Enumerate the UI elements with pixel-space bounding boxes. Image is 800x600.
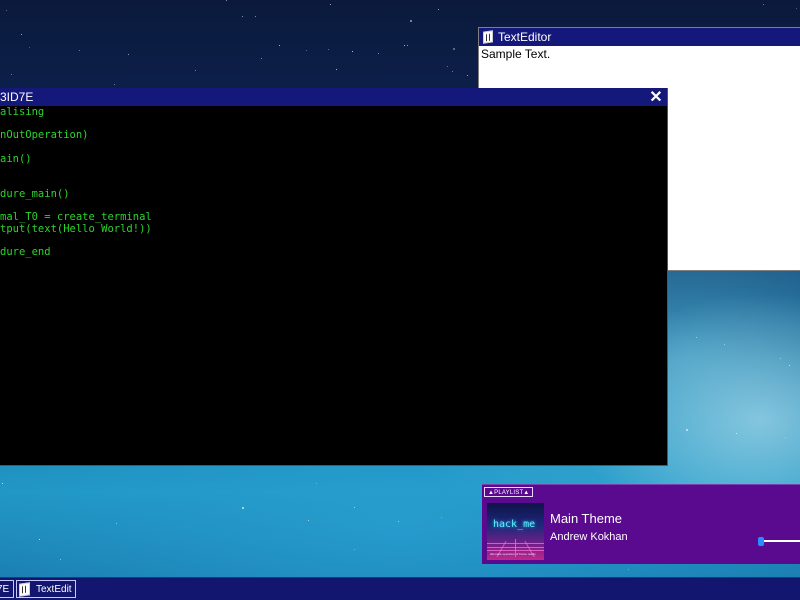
star — [308, 520, 309, 521]
star — [128, 54, 129, 55]
taskbar-item-texteditor[interactable]: TextEdit — [16, 580, 76, 598]
star — [453, 48, 455, 50]
star — [6, 10, 7, 11]
terminal-output[interactable]: alising nOutOperation) ain() dure_main() mal… — [0, 106, 152, 259]
star — [696, 337, 697, 338]
star — [195, 70, 196, 71]
star — [438, 9, 439, 10]
star — [407, 45, 408, 46]
star — [410, 20, 412, 22]
star — [114, 84, 115, 85]
star — [447, 66, 448, 67]
star — [328, 49, 329, 50]
star — [452, 71, 453, 72]
star — [306, 50, 307, 51]
star — [354, 507, 355, 508]
close-icon[interactable]: ✕ — [647, 88, 665, 106]
star — [60, 559, 61, 560]
star — [724, 344, 725, 345]
text-editor-title: TextEditor — [498, 30, 552, 44]
progress-bar[interactable] — [758, 540, 800, 542]
star — [316, 483, 317, 484]
star — [780, 358, 781, 359]
desktop-background: TextEditor Sample Text. 3ID7E ✕ alising n… — [0, 0, 800, 600]
star — [628, 569, 629, 570]
star — [467, 75, 468, 76]
playlist-button[interactable]: ▲PLAYLIST▲ — [484, 487, 534, 497]
star — [441, 517, 442, 518]
star — [79, 50, 80, 51]
star — [336, 69, 337, 70]
terminal-line: alising — [0, 106, 45, 118]
star — [2, 483, 3, 484]
star — [29, 47, 30, 48]
terminal-line: dure_main() — [0, 187, 70, 200]
track-artist: Andrew Kokhan — [550, 531, 628, 543]
star — [242, 16, 243, 17]
album-art-title: hack_me — [493, 519, 536, 530]
progress-handle[interactable] — [758, 537, 764, 546]
star — [785, 437, 786, 438]
star — [279, 45, 280, 46]
terminal-line: ain() — [0, 152, 32, 165]
terminal-line: nOutOperation) — [0, 129, 89, 142]
text-editor-titlebar[interactable]: TextEditor — [479, 28, 800, 46]
taskbar-item-terminal[interactable]: 7E — [0, 580, 14, 598]
document-icon — [19, 581, 30, 597]
star — [226, 0, 227, 1]
music-player: ▲PLAYLIST▲ hack_me alternate operation o… — [482, 484, 800, 564]
terminal-titlebar[interactable]: 3ID7E ✕ — [0, 88, 667, 106]
taskbar: 7E TextEdit — [0, 577, 800, 600]
star — [398, 521, 399, 522]
star — [378, 53, 379, 54]
star — [789, 365, 790, 366]
document-icon — [483, 30, 493, 44]
taskbar-item-label: 7E — [0, 583, 10, 595]
star — [39, 539, 40, 540]
star — [330, 4, 331, 5]
terminal-window[interactable]: 3ID7E ✕ alising nOutOperation) ain() dure_m… — [0, 88, 668, 466]
star — [736, 433, 737, 434]
track-title: Main Theme — [550, 511, 623, 526]
star — [116, 523, 117, 524]
star — [352, 51, 353, 52]
terminal-line: dure_end — [0, 246, 51, 259]
star — [242, 507, 244, 509]
star — [796, 8, 797, 9]
star — [11, 74, 12, 75]
star — [763, 4, 764, 5]
star — [354, 549, 355, 550]
star — [261, 58, 262, 59]
star — [686, 429, 688, 431]
terminal-line: tput(text(Hello World!)) — [0, 222, 152, 235]
star — [21, 34, 22, 35]
album-art-subtitle: alternate operation of frame reality — [490, 552, 536, 556]
album-art: hack_me alternate operation of frame rea… — [487, 503, 544, 560]
terminal-title: 3ID7E — [0, 90, 34, 104]
star — [404, 45, 405, 46]
taskbar-item-label: TextEdit — [36, 583, 72, 595]
star — [255, 16, 256, 17]
